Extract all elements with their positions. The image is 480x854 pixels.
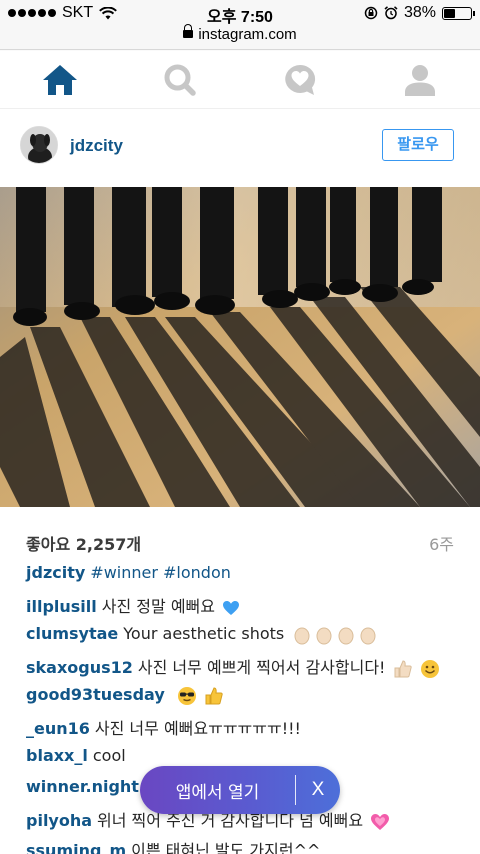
comment-item: good93tuesday [26,685,224,706]
pink-heart-emoji-icon [371,813,390,830]
comment-text: cool [92,746,126,765]
time-ago[interactable]: 6주 [429,531,454,555]
status-right: 38% [364,4,475,22]
comment-user[interactable]: pilyoha [26,811,92,830]
smile-emoji-icon [420,659,439,678]
comment-user[interactable]: blaxx_l [26,746,88,765]
url-text: instagram.com [198,26,297,43]
nav-home[interactable] [42,62,78,98]
comment-text: 사진 너무 예뻐요ㅠㅠㅠㅠㅠ!!! [94,719,301,738]
close-banner-button[interactable]: X [296,779,340,801]
battery-percent: 38% [403,4,436,21]
nav-search[interactable] [162,62,198,98]
caption-user[interactable]: jdzcity [26,563,85,582]
comment-user[interactable]: ssuming_m [26,841,126,854]
profile-icon [405,65,435,96]
avatar-image [21,127,57,163]
comment-text: 이쁜 태혀닌 발도 가지런^^ [131,841,321,854]
comment-item: winner.nightP [26,777,154,796]
rotation-lock-icon [364,6,378,20]
comment-item: _eun16 사진 너무 예뻐요ㅠㅠㅠㅠㅠ!!! [26,715,301,739]
post-image [0,187,480,507]
avatar[interactable] [20,126,58,164]
post-header: jdzcity 팔로우 [0,109,480,187]
activity-heart-icon [285,64,316,95]
comment-user[interactable]: illplusill [26,597,97,616]
comment-item: illplusill 사진 정말 예뻐요 [26,593,240,617]
comment-user[interactable]: skaxogus12 [26,658,133,677]
thumbs-up-emoji-icon [394,659,412,677]
thumbs-up-emoji-icon [205,686,223,704]
open-in-app-button[interactable]: 앱에서 열기 [140,778,295,803]
open-in-app-banner: 앱에서 열기 X [140,766,340,814]
sunglasses-emoji-icon [177,686,196,705]
comment-item: skaxogus12 사진 너무 예쁘게 찍어서 감사합니다! [26,654,440,679]
post-username[interactable]: jdzcity [70,136,123,156]
comment-item: ssuming_m 이쁜 태혀닌 발도 가지런^^ [26,837,320,854]
clapping-hands-emoji-icon [294,627,376,644]
search-icon [164,64,196,96]
caption: jdzcity #winner #london [26,563,231,582]
comment-text: Your aesthetic shots [123,624,285,643]
alarm-icon [384,6,398,20]
caption-tags[interactable]: #winner #london [90,563,231,582]
home-icon [43,65,77,95]
comment-item: clumsytae Your aesthetic shots [26,624,379,645]
battery-icon [442,6,475,20]
status-bar: SKT 오후 7:50 38% [0,0,480,26]
comment-text: 사진 정말 예뻐요 [101,597,215,616]
comment-user[interactable]: _eun16 [26,719,90,738]
comment-user[interactable]: winner.night [26,777,139,796]
post-photo[interactable] [0,187,480,507]
comment-item: blaxx_l cool [26,746,126,765]
blue-heart-emoji-icon [223,600,240,615]
lock-icon [183,24,194,38]
top-nav [0,51,480,109]
url-bar[interactable]: instagram.com [0,24,480,50]
comment-user[interactable]: clumsytae [26,624,118,643]
follow-button[interactable]: 팔로우 [382,129,454,161]
likes-count[interactable]: 좋아요 2,257개 [26,531,141,555]
comment-text: 사진 너무 예쁘게 찍어서 감사합니다! [137,658,386,677]
nav-activity[interactable] [282,62,318,98]
comment-user[interactable]: good93tuesday [26,685,165,704]
nav-profile[interactable] [402,62,438,98]
